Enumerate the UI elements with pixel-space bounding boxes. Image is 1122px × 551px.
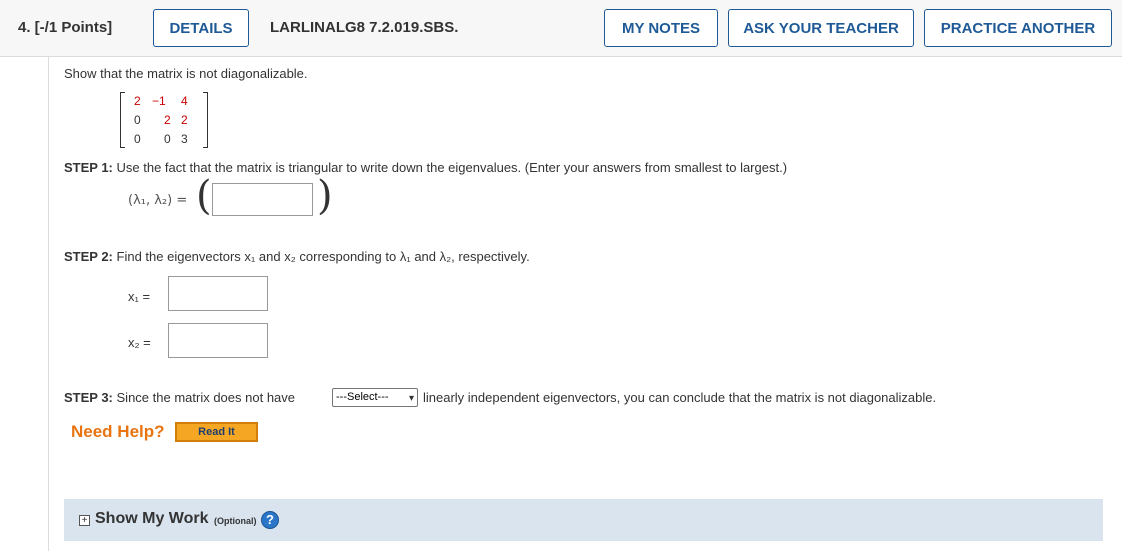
matrix-cell: 3 [181, 132, 188, 146]
matrix-cell: 0 [134, 132, 141, 146]
step1-text: STEP 1: Use the fact that the matrix is … [64, 160, 787, 175]
eigenvalues-input[interactable] [212, 183, 313, 216]
eigenvalue-label: (λ₁, λ₂) = [128, 193, 188, 208]
matrix-cell: 2 [181, 113, 188, 127]
question-left-rule [48, 57, 49, 551]
step1-instructions: Use the fact that the matrix is triangul… [116, 160, 788, 175]
independence-select[interactable]: ---Select--- ▾ [332, 388, 418, 407]
x2-label: x₂ = [128, 335, 151, 350]
step2-instructions: Find the eigenvectors x₁ and x₂ correspo… [116, 249, 530, 264]
matrix-cell: 0 [134, 113, 141, 127]
details-button[interactable]: DETAILS [153, 9, 249, 47]
step3-text-before: STEP 3: Since the matrix does not have [64, 390, 295, 405]
need-help-label: Need Help? [71, 422, 165, 441]
question-header: 4. [-/1 Points] DETAILS LARLINALG8 7.2.0… [0, 0, 1122, 57]
my-notes-button[interactable]: MY NOTES [604, 9, 718, 47]
matrix-cell: 4 [181, 94, 188, 108]
matrix-cell: 2 [134, 94, 141, 108]
step3-text-after: linearly independent eigenvectors, you c… [423, 390, 937, 405]
step2-text: STEP 2: Find the eigenvectors x₁ and x₂ … [64, 249, 530, 264]
chevron-down-icon: ▾ [408, 393, 414, 404]
ask-teacher-button[interactable]: ASK YOUR TEACHER [728, 9, 914, 47]
help-icon[interactable]: ? [261, 511, 279, 529]
question-prompt: Show that the matrix is not diagonalizab… [64, 66, 308, 81]
matrix-left-bracket [120, 92, 125, 148]
step3-label: STEP 3: [64, 390, 113, 405]
left-paren: ( [196, 173, 212, 219]
x2-input[interactable] [168, 323, 268, 358]
right-paren: ) [317, 173, 333, 219]
step1-label: STEP 1: [64, 160, 113, 175]
question-id: LARLINALG8 7.2.019.SBS. [270, 19, 459, 36]
read-it-button[interactable]: Read It [175, 422, 258, 442]
show-my-work-title[interactable]: Show My Work [95, 510, 209, 528]
matrix-right-bracket [203, 92, 208, 148]
x1-input[interactable] [168, 276, 268, 311]
practice-another-button[interactable]: PRACTICE ANOTHER [924, 9, 1112, 47]
matrix: 2 −1 4 0 2 2 0 0 3 [120, 92, 208, 148]
step2-label: STEP 2: [64, 249, 113, 264]
matrix-cell: −1 [152, 94, 166, 108]
step3-instructions-before: Since the matrix does not have [116, 390, 296, 405]
expand-icon[interactable]: + [79, 515, 90, 526]
question-number: 4. [-/1 Points] [18, 19, 113, 36]
matrix-cell: 2 [164, 113, 171, 127]
show-my-work-panel[interactable]: + Show My Work (Optional) ? [64, 499, 1103, 541]
optional-label: (Optional) [214, 516, 257, 526]
select-value: ---Select--- [336, 391, 389, 403]
matrix-cell: 0 [164, 132, 171, 146]
x1-label: x₁ = [128, 289, 151, 304]
